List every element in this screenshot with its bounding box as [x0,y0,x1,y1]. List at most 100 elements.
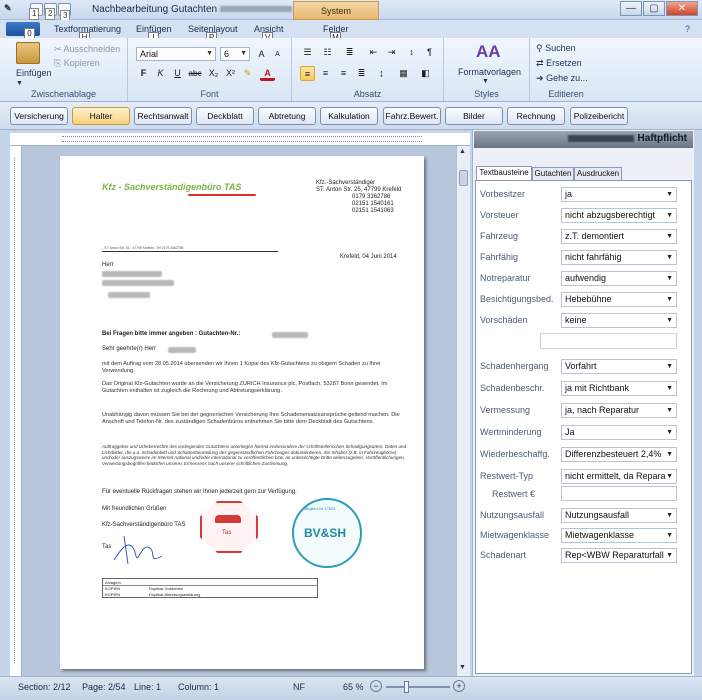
field-label-restwert-typ: Restwert-Typ [480,471,534,481]
bullets-icon[interactable]: ☰ [300,45,315,60]
doc-button-halter[interactable]: Halter [72,107,130,125]
paste-label[interactable]: Einfügen [16,68,52,78]
copy-button[interactable]: ⎘ Kopieren [54,58,100,69]
signature-stroke [113,535,163,565]
line-spacing-icon[interactable]: ↨ [374,66,389,81]
goto-button[interactable]: ➜ Gehe zu... [536,73,588,84]
field-wertminderung-select[interactable]: Ja ▼ [561,425,677,440]
search-button[interactable]: ⚲ Suchen [536,43,576,54]
replace-button[interactable]: ⇄ Ersetzen [536,58,582,69]
vorschaeden-details-input[interactable] [540,333,677,349]
help-icon[interactable]: ? [685,24,690,34]
doc-button-deckblatt[interactable]: Deckblatt [196,107,254,125]
doc-button-kalkulation[interactable]: Kalkulation [320,107,378,125]
field-mietwagenklasse-select[interactable]: Mietwagenklasse ▼ [561,528,677,543]
grow-font-icon[interactable]: A [254,47,269,62]
panel-tab-gutachten[interactable]: Gutachten [532,167,574,181]
highlight-icon[interactable]: ✎ [240,66,255,81]
field-fahrzeug-select[interactable]: z.T. demontiert ▼ [561,229,677,244]
zoom-slider-track[interactable] [386,686,450,688]
field-schadenbeschr-select[interactable]: ja mit Richtbank ▼ [561,381,677,396]
field-vorsteuer-select[interactable]: nicht abzugsberechtigt ▼ [561,208,677,223]
doc-button-versicherung[interactable]: Versicherung [10,107,68,125]
doc-button-polizeibericht[interactable]: Polizeibericht [570,107,628,125]
field-vorschaeden-select[interactable]: keine ▼ [561,313,677,328]
numbering-icon[interactable]: ☷ [320,45,335,60]
document-scrollbar[interactable]: ▲ ▼ [456,146,470,676]
paste-dropdown-icon[interactable]: ▼ [16,80,23,87]
field-schadenhergang-select[interactable]: Vorfahrt ▼ [561,359,677,374]
font-color-icon[interactable]: A [260,66,275,81]
superscript-button[interactable]: X² [223,66,238,81]
doc-button-bilder[interactable]: Bilder [445,107,503,125]
shading-icon[interactable]: ◧ [418,66,433,81]
zoom-slider-thumb[interactable] [403,681,409,693]
underline-button[interactable]: U [170,66,185,81]
field-fahrfaehig-select[interactable]: nicht fahrfähig ▼ [561,250,677,265]
status-section: Section: 2/12 [18,682,71,692]
chevron-down-icon: ▼ [666,512,673,519]
field-restwert-typ-select[interactable]: nicht ermittelt, da Repara ▼ [561,469,677,484]
align-center-icon[interactable]: ≡ [318,66,333,81]
document-page[interactable]: Kfz - Sachverständigenbüro TAS Kfz.-Sach… [60,156,424,669]
borders-icon[interactable]: ▦ [396,66,411,81]
scroll-thumb[interactable] [459,170,468,186]
bold-button[interactable]: F [136,66,151,81]
panel-tab-textbausteine[interactable]: Textbausteine [476,166,532,181]
keytip-qat-2: 2 [45,8,56,20]
styles-icon[interactable]: AA [476,42,501,62]
cut-button[interactable]: ✂ Ausschneiden [54,44,120,55]
align-left-icon[interactable]: ≡ [300,66,315,81]
field-besichtigungsbed-select[interactable]: Hebebühne ▼ [561,292,677,307]
field-label-vermessung: Vermessung [480,405,531,415]
align-right-icon[interactable]: ≡ [336,66,351,81]
scroll-up-icon[interactable]: ▲ [459,148,466,155]
sort-icon[interactable]: ↕ [404,45,419,60]
panel-tab-ausdrucken[interactable]: Ausdrucken [574,167,622,181]
binoculars-icon: ⚲ [536,43,543,53]
paste-icon[interactable] [16,42,40,64]
increase-indent-icon[interactable]: ⇥ [384,45,399,60]
minimize-button[interactable]: — [620,1,642,16]
styles-dropdown-icon[interactable]: ▼ [482,78,489,85]
subscript-button[interactable]: X₂ [206,66,221,81]
field-label-besichtigungsbed: Besichtigungsbed. [480,294,554,304]
context-tab-textbausteine[interactable]: System Textbausteine [293,1,379,34]
field-restwert-typ-value: nicht ermittelt, da Repara [565,471,666,481]
justify-icon[interactable]: ≣ [354,66,369,81]
font-name-select[interactable]: Arial ▼ [136,47,216,61]
field-vorbesitzer-select[interactable]: ja ▼ [561,187,677,202]
close-button[interactable]: ✕ [666,1,698,16]
field-notreparatur-select[interactable]: aufwendig ▼ [561,271,677,286]
horizontal-ruler[interactable] [10,133,470,146]
doc-button-rechnung[interactable]: Rechnung [507,107,565,125]
strikethrough-button[interactable]: abc [186,66,204,81]
doc-button-abtretung[interactable]: Abtretung [258,107,316,125]
field-nutzungsausfall-select[interactable]: Nutzungsausfall ▼ [561,508,677,523]
doc-button-rechtsanwalt[interactable]: Rechtsanwalt [134,107,192,125]
vertical-ruler[interactable] [10,146,22,676]
multilevel-list-icon[interactable]: ≣ [342,45,357,60]
field-vermessung-select[interactable]: ja, nach Reparatur ▼ [561,403,677,418]
italic-button[interactable]: K [153,66,168,81]
scroll-down-icon[interactable]: ▼ [459,664,466,671]
group-label-font: Font [200,89,219,99]
decrease-indent-icon[interactable]: ⇤ [366,45,381,60]
zoom-out-button[interactable]: − [370,680,382,692]
field-vorsteuer-value: nicht abzugsberechtigt [565,210,656,220]
font-size-select[interactable]: 6 ▼ [220,47,250,61]
app-icon[interactable]: ✎ [4,3,20,17]
status-zoom: 65 % [343,682,364,692]
field-restwert-input[interactable] [561,486,677,501]
styles-button[interactable]: Formatvorlagen [458,67,521,77]
maximize-button[interactable]: ▢ [643,1,665,16]
stamp-bvsh: Mitglied-Nr.17823 BV&SH [292,498,362,568]
zoom-in-button[interactable]: + [453,680,465,692]
field-schadenart-select[interactable]: Rep<WBW Reparaturfall ▼ [561,548,677,563]
field-wiederbeschaffg-select[interactable]: Differenzbesteuert 2,4% ▼ [561,447,677,462]
vruler-scale [14,158,18,663]
field-label-mietwagenklasse: Mietwagenklasse [480,530,550,540]
pilcrow-icon[interactable]: ¶ [422,45,437,60]
shrink-font-icon[interactable]: A [270,47,285,62]
doc-button-fahrzeugbewertung[interactable]: Fahrz.Bewert. [383,107,441,125]
